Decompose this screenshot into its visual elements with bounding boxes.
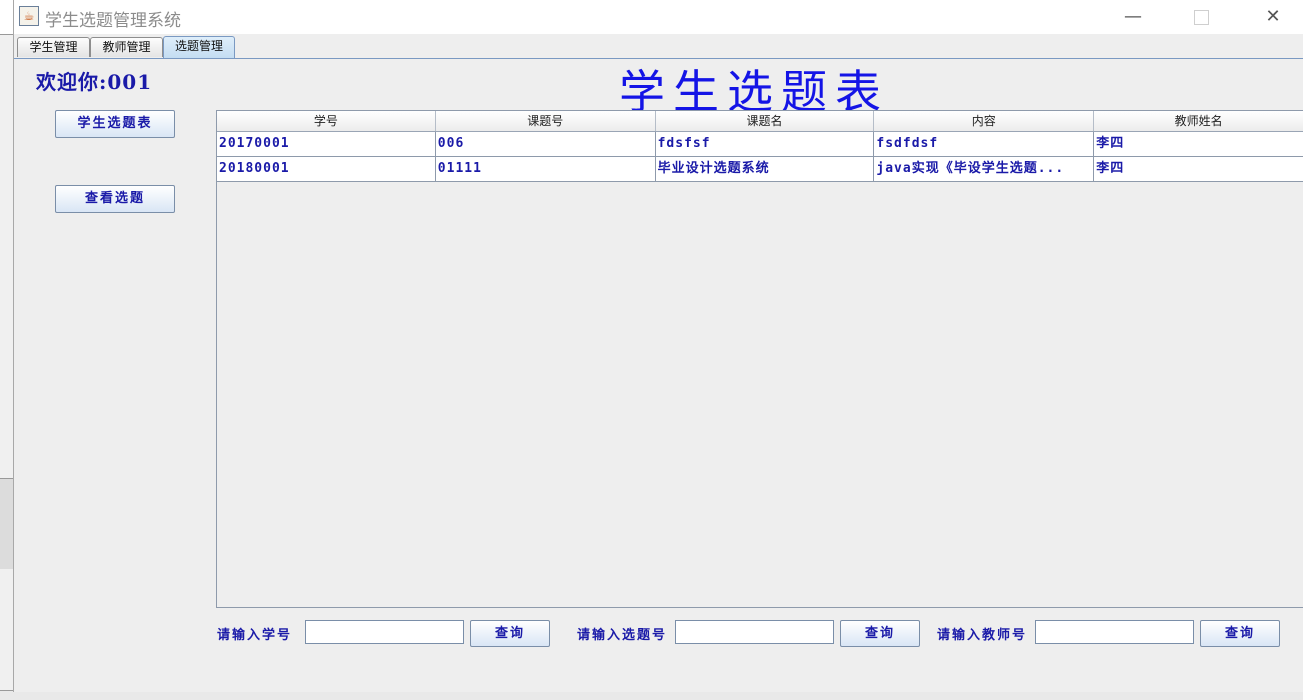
welcome-text: 欢迎你:001 <box>36 70 153 94</box>
cell-teacher-name[interactable]: 李四 <box>1094 157 1303 181</box>
minimize-icon: — <box>1124 6 1142 27</box>
query-teacher-button[interactable]: 查询 <box>1200 620 1280 647</box>
table-header: 学号 课题号 课题名 内容 教师姓名 <box>217 111 1303 132</box>
teacher-id-label: 请输入教师号 <box>937 628 1028 643</box>
column-header-topic-id[interactable]: 课题号 <box>436 111 656 131</box>
cell-student-id[interactable]: 20170001 <box>217 132 436 156</box>
query-student-button[interactable]: 查询 <box>470 620 550 647</box>
java-cup-icon[interactable]: ☕ <box>19 6 39 26</box>
column-header-teacher-name[interactable]: 教师姓名 <box>1094 111 1303 131</box>
table-row[interactable]: 20180001 01111 毕业设计选题系统 java实现《毕设学生选题...… <box>217 157 1303 182</box>
cell-content[interactable]: fsdfdsf <box>874 132 1095 156</box>
selection-table[interactable]: 学号 课题号 课题名 内容 教师姓名 20170001 006 fdsfsf f… <box>216 110 1303 608</box>
cell-student-id[interactable]: 20180001 <box>217 157 436 181</box>
student-id-label: 请输入学号 <box>217 628 293 643</box>
maximize-button[interactable] <box>1178 0 1224 34</box>
main-window: ☕ 学生选题管理系统 — ✕ 学生管理 教师管理 选题管理 欢迎你:001 学生… <box>13 0 1303 692</box>
minimize-button[interactable]: — <box>1110 0 1156 34</box>
column-header-topic-name[interactable]: 课题名 <box>656 111 875 131</box>
close-button[interactable]: ✕ <box>1250 0 1296 34</box>
cell-topic-name[interactable]: fdsfsf <box>656 132 875 156</box>
maximize-icon <box>1193 9 1209 25</box>
title-bar: ☕ 学生选题管理系统 — ✕ <box>14 0 1303 34</box>
tab-topic-management[interactable]: 选题管理 <box>163 36 235 58</box>
teacher-id-input[interactable] <box>1035 620 1194 644</box>
cell-topic-id[interactable]: 006 <box>436 132 656 156</box>
cell-teacher-name[interactable]: 李四 <box>1094 132 1303 156</box>
table-row[interactable]: 20170001 006 fdsfsf fsdfdsf 李四 <box>217 132 1303 157</box>
student-id-input[interactable] <box>305 620 464 644</box>
close-icon: ✕ <box>1265 6 1281 27</box>
cell-topic-name[interactable]: 毕业设计选题系统 <box>656 157 875 181</box>
query-topic-button[interactable]: 查询 <box>840 620 920 647</box>
topic-id-label: 请输入选题号 <box>577 628 668 643</box>
tab-teacher-management[interactable]: 教师管理 <box>90 37 163 57</box>
topic-id-input[interactable] <box>675 620 834 644</box>
tab-student-management[interactable]: 学生管理 <box>17 37 90 57</box>
window-title: 学生选题管理系统 <box>45 11 181 31</box>
student-selection-table-button[interactable]: 学生选题表 <box>55 110 175 138</box>
view-topics-button[interactable]: 查看选题 <box>55 185 175 213</box>
column-header-student-id[interactable]: 学号 <box>217 111 436 131</box>
column-header-content[interactable]: 内容 <box>874 111 1095 131</box>
cell-content[interactable]: java实现《毕设学生选题... <box>874 157 1095 181</box>
cell-topic-id[interactable]: 01111 <box>436 157 656 181</box>
